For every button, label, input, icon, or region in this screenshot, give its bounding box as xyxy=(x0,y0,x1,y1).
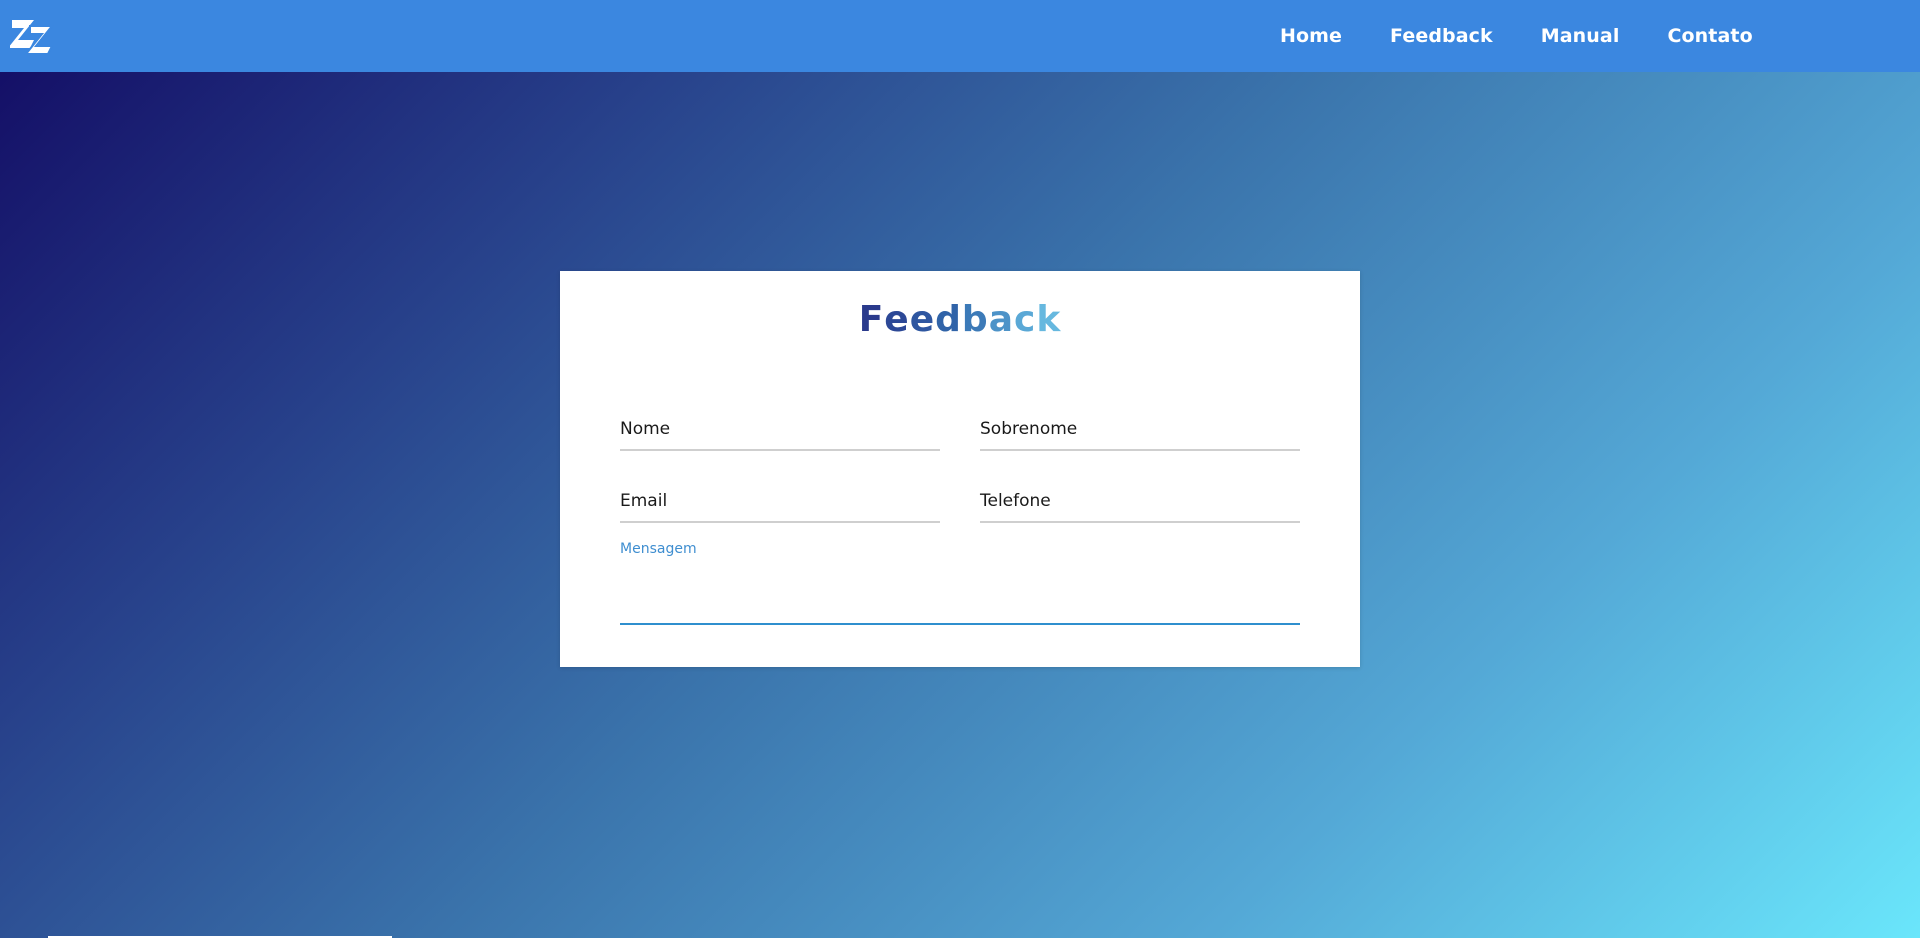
telefone-input[interactable] xyxy=(980,483,1300,521)
mensagem-textarea[interactable] xyxy=(620,561,1300,621)
nome-input[interactable] xyxy=(620,411,940,449)
title-letter: F xyxy=(858,299,885,340)
email-field[interactable]: Email xyxy=(620,483,940,523)
top-navbar: Home Feedback Manual Contato xyxy=(0,0,1920,72)
nav-feedback-link[interactable]: Feedback xyxy=(1390,25,1493,47)
nav-contato-link[interactable]: Contato xyxy=(1667,25,1752,47)
feedback-form-card: Feedback Nome Sobrenome Email Telefone M… xyxy=(560,271,1360,667)
title-letter: e xyxy=(909,299,936,340)
title-letter: b xyxy=(961,299,989,340)
title-letter: d xyxy=(935,299,962,340)
title-letter: c xyxy=(1014,299,1037,340)
nav-manual-link[interactable]: Manual xyxy=(1541,25,1620,47)
title-letter: a xyxy=(988,299,1014,340)
title-letter: k xyxy=(1036,299,1062,340)
sobrenome-field[interactable]: Sobrenome xyxy=(980,411,1300,451)
title-letter: e xyxy=(884,299,910,340)
zz-logo-icon[interactable] xyxy=(8,18,55,56)
sobrenome-input[interactable] xyxy=(980,411,1300,449)
nav-home-link[interactable]: Home xyxy=(1280,25,1342,47)
mensagem-field[interactable]: Mensagem xyxy=(620,541,1300,625)
nome-field[interactable]: Nome xyxy=(620,411,940,451)
form-title: Feedback xyxy=(560,299,1360,340)
email-input[interactable] xyxy=(620,483,940,521)
nav-links: Home Feedback Manual Contato xyxy=(1256,0,1777,72)
telefone-field[interactable]: Telefone xyxy=(980,483,1300,523)
mensagem-label: Mensagem xyxy=(620,541,697,557)
